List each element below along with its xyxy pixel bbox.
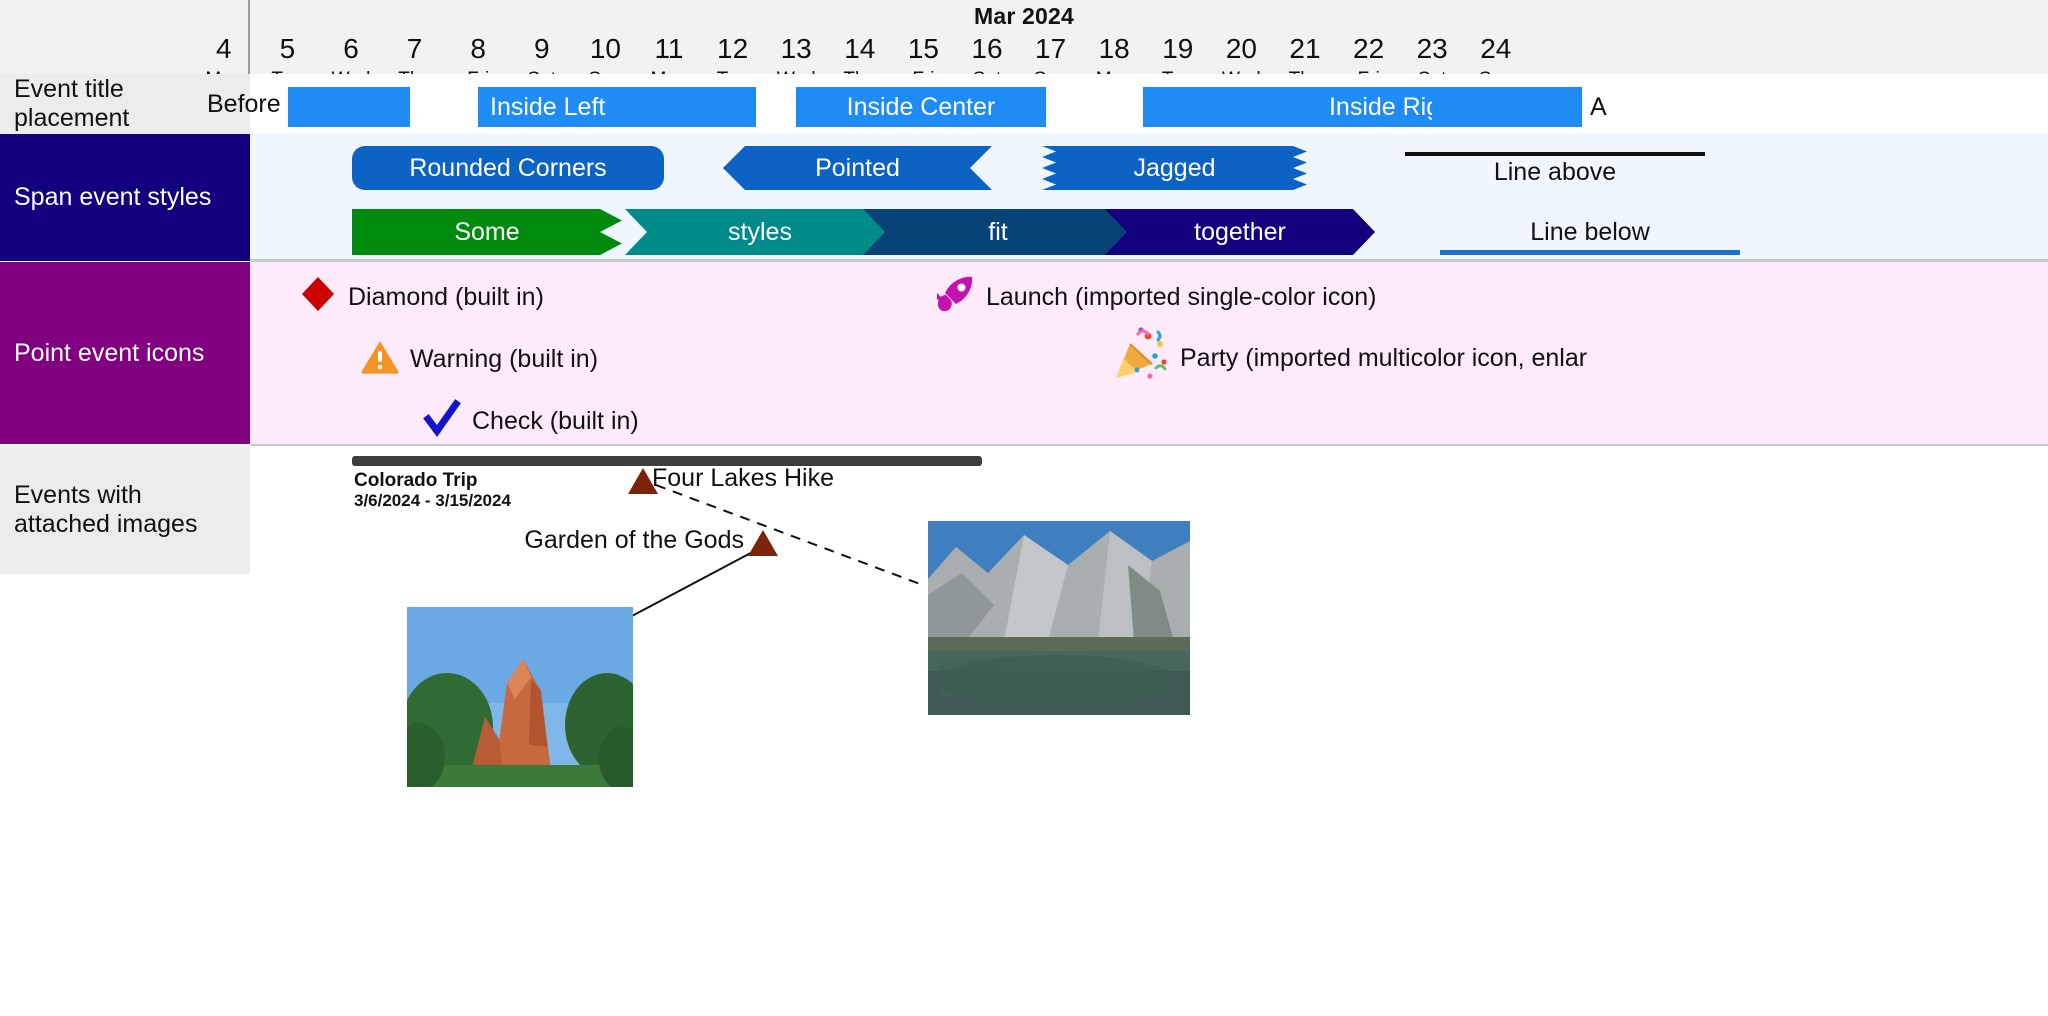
rocket-icon (934, 274, 976, 321)
span-chevron-label: together (1194, 217, 1286, 246)
span-chevron-fit[interactable]: fit (863, 209, 1133, 255)
garden-of-the-gods-photo[interactable] (407, 607, 633, 787)
row-band-events-with-attached-images: Colorado Trip 3/6/2024 - 3/15/2024 Four … (250, 446, 2048, 1016)
day-number: 17 (1035, 33, 1067, 64)
event-bar-label-after: A (1590, 92, 1607, 121)
point-event-party[interactable]: Party (imported multicolor icon, enlar (1108, 324, 1587, 393)
row-label-text: Point event icons (14, 338, 205, 367)
day-number: 24 (1480, 33, 1512, 64)
day-number: 15 (907, 33, 939, 64)
point-event-label: Party (imported multicolor icon, enlar (1180, 344, 1588, 372)
event-bar-label-inside-center: Inside Center (846, 92, 996, 121)
event-bar-label-before: Before (207, 89, 281, 118)
event-bar-after[interactable] (1432, 87, 1582, 127)
four-lakes-photo[interactable] (928, 521, 1190, 715)
day-number: 5 (279, 33, 296, 64)
row-label-text: Event title placement (14, 75, 130, 132)
day-number: 13 (780, 33, 812, 64)
span-bar-label: Rounded Corners (409, 153, 607, 182)
diamond-icon (298, 274, 338, 321)
point-event-check[interactable]: Check (built in) (422, 398, 639, 445)
check-icon (422, 398, 462, 445)
point-label-four-lakes-hike: Four Lakes Hike (652, 464, 835, 492)
warning-icon (360, 336, 400, 383)
event-bar-label-inside-left: Inside Left (490, 92, 606, 121)
day-number: 18 (1098, 33, 1130, 64)
day-number: 9 (534, 33, 550, 64)
event-bar-before[interactable] (288, 87, 410, 127)
day-number: 14 (844, 33, 876, 64)
day-number: 8 (470, 33, 486, 64)
span-bar-label: Jagged (1133, 153, 1216, 182)
row-label-point-event-icons: Point event icons (0, 262, 250, 444)
span-bar-pointed[interactable]: Pointed (723, 146, 992, 190)
point-event-label: Launch (imported single-color icon) (986, 283, 1377, 311)
event-bar-inside-left[interactable]: Inside Left (478, 87, 756, 127)
day-number: 4 (216, 33, 232, 64)
line-below-rule (1440, 250, 1740, 255)
span-bar-label: Pointed (815, 153, 900, 182)
span-bar-line-below[interactable]: Line below (1440, 209, 1740, 255)
day-number: 7 (406, 33, 423, 64)
row-band-event-title-placement: Before Inside Left Inside Center Inside … (207, 74, 2048, 134)
span-chevron-some[interactable]: Some (352, 209, 622, 255)
point-event-label: Diamond (built in) (348, 283, 544, 311)
span-chevron-label: styles (728, 217, 792, 246)
row-label-events-with-attached-images: Events with attached images (0, 446, 250, 574)
day-number: 22 (1353, 33, 1385, 64)
day-number: 23 (1416, 33, 1448, 64)
event-bar-inside-center[interactable]: Inside Center (796, 87, 1046, 127)
point-event-launch[interactable]: Launch (imported single-color icon) (934, 274, 1376, 321)
span-chevron-label: fit (988, 217, 1008, 246)
trip-dates: 3/6/2024 - 3/15/2024 (354, 491, 511, 510)
day-number: 10 (589, 33, 621, 64)
point-event-diamond[interactable]: Diamond (built in) (298, 274, 544, 321)
point-event-label: Check (built in) (472, 407, 639, 435)
span-bar-label: Line below (1530, 218, 1650, 246)
event-bar-inside-right[interactable]: Inside Right (1143, 87, 1473, 127)
day-number: 16 (971, 33, 1003, 64)
day-number: 19 (1162, 33, 1194, 64)
span-bar-line-above[interactable]: Line above (1405, 152, 1705, 192)
point-event-warning[interactable]: Warning (built in) (360, 336, 598, 383)
trip-title: Colorado Trip (354, 470, 478, 491)
span-bar-rounded-corners[interactable]: Rounded Corners (352, 146, 664, 190)
party-icon (1108, 324, 1170, 393)
span-bar-jagged[interactable]: Jagged (1042, 146, 1307, 190)
line-above-rule (1405, 152, 1705, 156)
day-number: 6 (343, 33, 359, 64)
triangle-marker-garden-of-the-gods[interactable] (748, 530, 778, 561)
row-band-span-event-styles: Rounded Corners Pointed Jagged Line abov… (250, 134, 2048, 261)
row-band-point-event-icons: Diamond (built in) Warning (built in) Ch… (250, 262, 2048, 444)
span-chevron-label: Some (454, 217, 520, 246)
row-label-span-event-styles: Span event styles (0, 134, 250, 261)
row-label-text: Events with attached images (14, 481, 198, 538)
point-label-garden-of-the-gods: Garden of the Gods (524, 526, 744, 554)
row-label-text: Span event styles (14, 183, 212, 211)
span-bar-label: Line above (1493, 158, 1617, 186)
span-chevron-together[interactable]: together (1105, 209, 1375, 255)
point-event-label: Warning (built in) (410, 345, 599, 373)
span-chevron-styles[interactable]: styles (625, 209, 895, 255)
day-number: 11 (654, 33, 684, 64)
day-number: 20 (1225, 33, 1257, 64)
day-number: 21 (1289, 33, 1321, 64)
month-label: Mar 2024 (973, 3, 1075, 29)
day-number: 12 (717, 33, 749, 64)
